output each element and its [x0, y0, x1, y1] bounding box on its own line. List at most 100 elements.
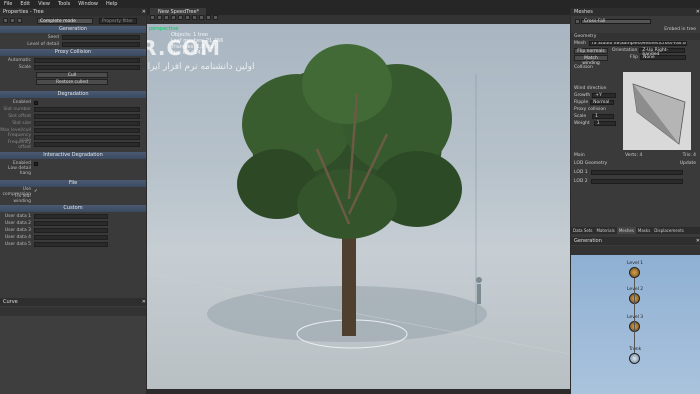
- tool-icon[interactable]: [17, 18, 22, 23]
- scale-label: Scale: [18, 65, 31, 70]
- generation-editor[interactable]: Level 1 Level 2 Level 3 Trunk: [571, 255, 700, 394]
- rotate-icon[interactable]: [164, 15, 169, 20]
- properties-toolbar: Complete mode Property filter: [0, 16, 146, 25]
- interactive-degradation-header[interactable]: Interactive Degradation: [0, 152, 146, 159]
- user-data-field[interactable]: [34, 228, 108, 233]
- mesh-path-field[interactable]: ra Studio v8\Samples\Meshes\Cross-Fall.s…: [588, 41, 687, 46]
- render-icon[interactable]: [213, 15, 218, 20]
- generation-header[interactable]: Generation: [0, 26, 146, 33]
- tool-icon[interactable]: [3, 18, 8, 23]
- seed-field[interactable]: [62, 35, 140, 40]
- mesh-name-select[interactable]: Cross-Fall: [581, 18, 651, 24]
- slot-number-field[interactable]: [34, 107, 140, 112]
- user-data-field[interactable]: [34, 221, 108, 226]
- curve-editor[interactable]: [0, 316, 146, 394]
- main-select[interactable]: Main: [574, 153, 585, 158]
- tab-materials[interactable]: Materials: [594, 227, 616, 234]
- mesh-name-row: Cross-Fall: [571, 16, 700, 26]
- node-label: Level 2: [627, 287, 644, 292]
- growth-select[interactable]: +Y: [592, 93, 617, 98]
- viewport[interactable]: perspective Objects: 1 tree Leaf meshes:…: [147, 24, 570, 389]
- menu-help[interactable]: Help: [102, 0, 121, 8]
- menu-view[interactable]: View: [34, 0, 54, 8]
- cull-button[interactable]: Cull: [36, 71, 108, 78]
- match-winding-button[interactable]: Match winding: [574, 54, 608, 66]
- enabled-checkbox[interactable]: [34, 100, 38, 105]
- user-data-row: User data 5: [0, 241, 146, 248]
- ripple-select[interactable]: Normal: [590, 100, 615, 105]
- weight-label: Weight: [574, 121, 590, 126]
- user-data-field[interactable]: [34, 214, 108, 219]
- property-filter-input[interactable]: Property filter: [99, 17, 137, 24]
- degradation-header[interactable]: Degradation: [0, 91, 146, 98]
- lod-row: Level of detail: [0, 41, 146, 48]
- embed-label[interactable]: Embed in tree: [664, 27, 696, 32]
- node-label: Trunk: [629, 347, 642, 352]
- wind-icon[interactable]: [206, 15, 211, 20]
- lod-field[interactable]: [62, 42, 140, 47]
- max-level-field[interactable]: [34, 128, 140, 133]
- slot-size-field[interactable]: [34, 121, 140, 126]
- meshes-title: Meshes: [574, 9, 593, 15]
- user-data-field[interactable]: [34, 242, 108, 247]
- enabled2-checkbox[interactable]: [34, 161, 38, 166]
- restore-culled-button[interactable]: Restore culled: [36, 78, 108, 85]
- verts-label: Verts: 4: [625, 153, 643, 158]
- mesh-label: Mesh: [574, 41, 586, 46]
- close-icon[interactable]: ✕: [142, 298, 146, 306]
- menu-edit[interactable]: Edit: [16, 0, 34, 8]
- scale-icon[interactable]: [171, 15, 176, 20]
- orientation-select[interactable]: Z-Up Right-handed: [639, 48, 686, 57]
- frequency-scale-field[interactable]: [34, 135, 140, 140]
- proxy-collision-header[interactable]: Proxy Collision: [0, 49, 146, 56]
- flip-normals-button[interactable]: Flip normals: [574, 47, 608, 54]
- move-icon[interactable]: [157, 15, 162, 20]
- automatic-field[interactable]: [34, 58, 140, 63]
- lod2-field[interactable]: [590, 179, 683, 184]
- frequency-offset-field[interactable]: [34, 142, 140, 147]
- user-data-field[interactable]: [34, 235, 108, 240]
- mode-select[interactable]: Complete mode: [37, 17, 93, 24]
- check-icon[interactable]: ✓: [34, 189, 38, 194]
- lod1-row: LOD 1: [571, 169, 683, 176]
- scale-field[interactable]: 1: [592, 114, 615, 119]
- seed-row: Seed: [0, 34, 146, 41]
- close-icon[interactable]: ✕: [696, 8, 700, 16]
- light-icon[interactable]: [192, 15, 197, 20]
- close-icon[interactable]: ✕: [696, 237, 700, 245]
- node-level-1[interactable]: [629, 267, 640, 278]
- automatic-row: Automatic: [0, 57, 146, 64]
- meshes-title-bar: Meshes ✕: [571, 8, 700, 16]
- update-button[interactable]: Update: [680, 161, 696, 166]
- tab-masks[interactable]: Masks: [636, 227, 652, 234]
- node-label: Level 3: [627, 315, 644, 320]
- slot-offset-field[interactable]: [34, 114, 140, 119]
- properties-title-bar: Properties - Tree ✕: [0, 8, 146, 16]
- flip-select[interactable]: None: [639, 55, 686, 60]
- custom-header[interactable]: Custom: [0, 205, 146, 212]
- tree-render: [147, 44, 570, 355]
- lod1-field[interactable]: [590, 170, 683, 175]
- menu-window[interactable]: Window: [74, 0, 102, 8]
- user-data-label: User data 5: [4, 242, 31, 247]
- geometry-header[interactable]: Geometry: [571, 33, 700, 40]
- tab-meshes[interactable]: Meshes: [616, 227, 636, 234]
- close-icon[interactable]: ✕: [142, 8, 146, 16]
- menu-file[interactable]: File: [0, 0, 16, 8]
- node-trunk[interactable]: [629, 353, 640, 364]
- camera-icon[interactable]: [185, 15, 190, 20]
- tool-icon[interactable]: [10, 18, 15, 23]
- mesh-path-row: Mesh ra Studio v8\Samples\Meshes\Cross-Fa…: [571, 40, 700, 47]
- node-connector: [634, 278, 635, 353]
- curve-title-bar: Curve ✕: [0, 298, 146, 306]
- scale-field[interactable]: [34, 65, 140, 70]
- leaf-icon[interactable]: [178, 15, 183, 20]
- tab-data-sets[interactable]: Data Sets: [571, 227, 594, 234]
- select-icon[interactable]: [150, 15, 155, 20]
- user-data-row: User data 3: [0, 227, 146, 234]
- weight-field[interactable]: 1: [593, 121, 616, 126]
- tab-displacements[interactable]: Displacements: [652, 227, 686, 234]
- grid-icon[interactable]: [199, 15, 204, 20]
- fix-leaf-label: Fix leaf winding: [13, 193, 31, 204]
- menu-tools[interactable]: Tools: [54, 0, 74, 8]
